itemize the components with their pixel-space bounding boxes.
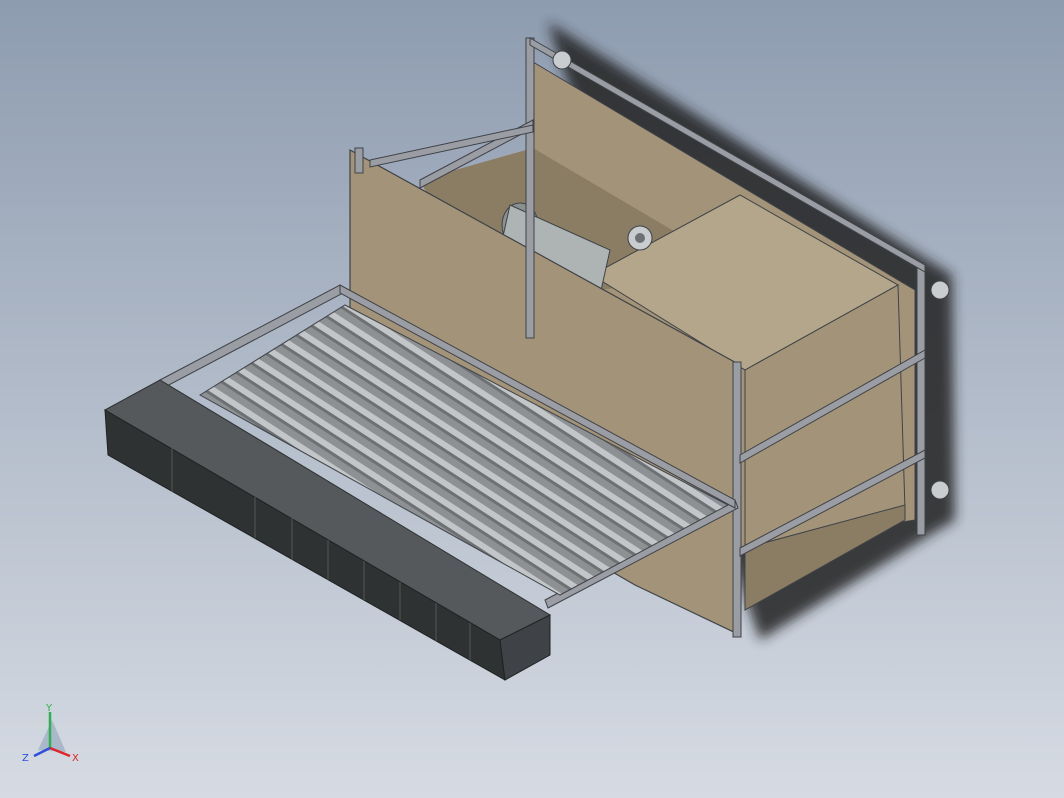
y-axis-label: Y <box>45 703 53 714</box>
caster-top <box>552 50 572 70</box>
cad-viewport[interactable]: Y X Z <box>0 0 1064 798</box>
model-canvas[interactable]: Y X Z <box>0 0 1064 798</box>
z-axis-label: Z <box>22 753 29 764</box>
caster-right-upper <box>930 280 950 300</box>
x-axis-label: X <box>72 753 79 764</box>
caster-right-lower <box>930 480 950 500</box>
